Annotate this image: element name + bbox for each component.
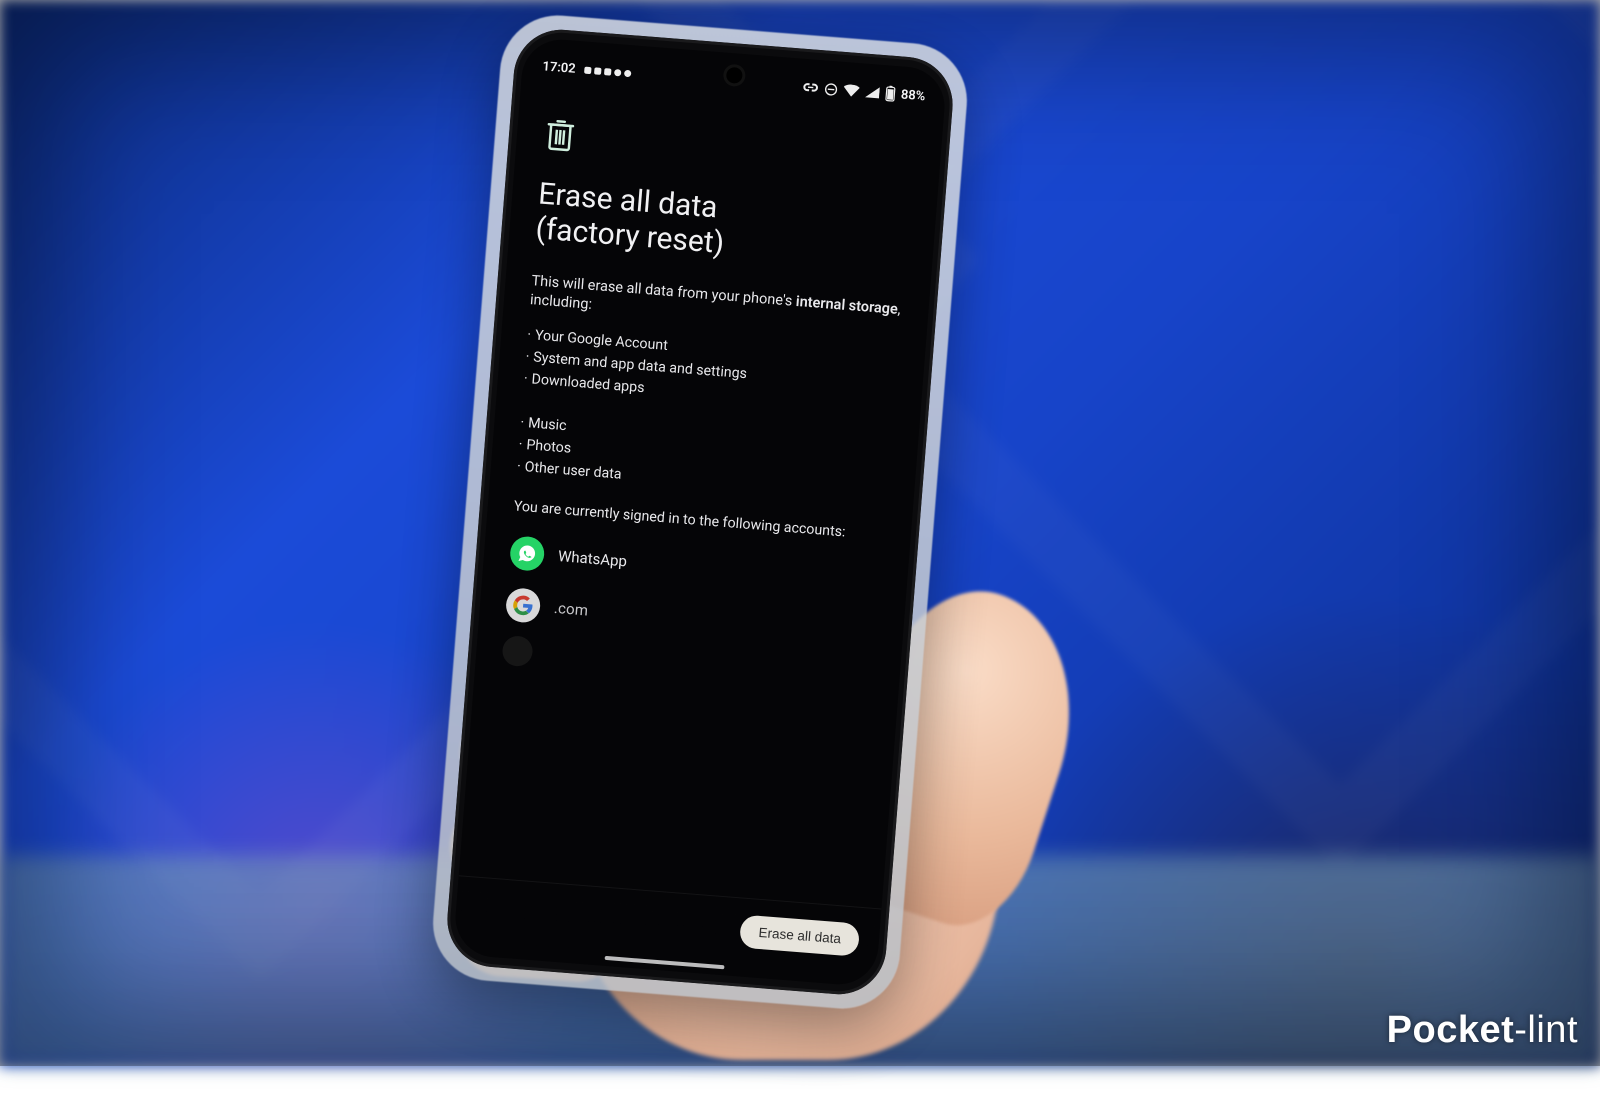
google-icon (505, 587, 542, 624)
account-label: .com (553, 598, 589, 619)
page-title: Erase all data (factory reset) (534, 176, 910, 276)
phone-screen: 17:02 88% (453, 37, 948, 987)
trash-icon (544, 117, 916, 184)
link-icon (802, 82, 819, 93)
account-label: WhatsApp (557, 547, 627, 570)
signal-icon (865, 86, 880, 99)
wifi-icon (843, 84, 860, 97)
account-avatar-icon (501, 635, 533, 667)
watermark: Pocket-lint (1387, 1009, 1578, 1052)
battery-icon (884, 85, 895, 102)
whatsapp-icon (509, 535, 546, 572)
settings-content[interactable]: Erase all data (factory reset) This will… (453, 101, 943, 988)
notification-dots-icon (581, 62, 632, 81)
battery-percent: 88% (900, 87, 926, 104)
phone: 17:02 88% (444, 26, 956, 998)
erase-list-2: Music Photos Other user data (516, 412, 892, 507)
status-time: 17:02 (542, 59, 576, 77)
account-row-whatsapp[interactable]: WhatsApp (509, 535, 883, 598)
erase-all-data-button[interactable]: Erase all data (739, 914, 860, 956)
status-right: 88% (802, 79, 926, 105)
dnd-icon (824, 82, 838, 96)
